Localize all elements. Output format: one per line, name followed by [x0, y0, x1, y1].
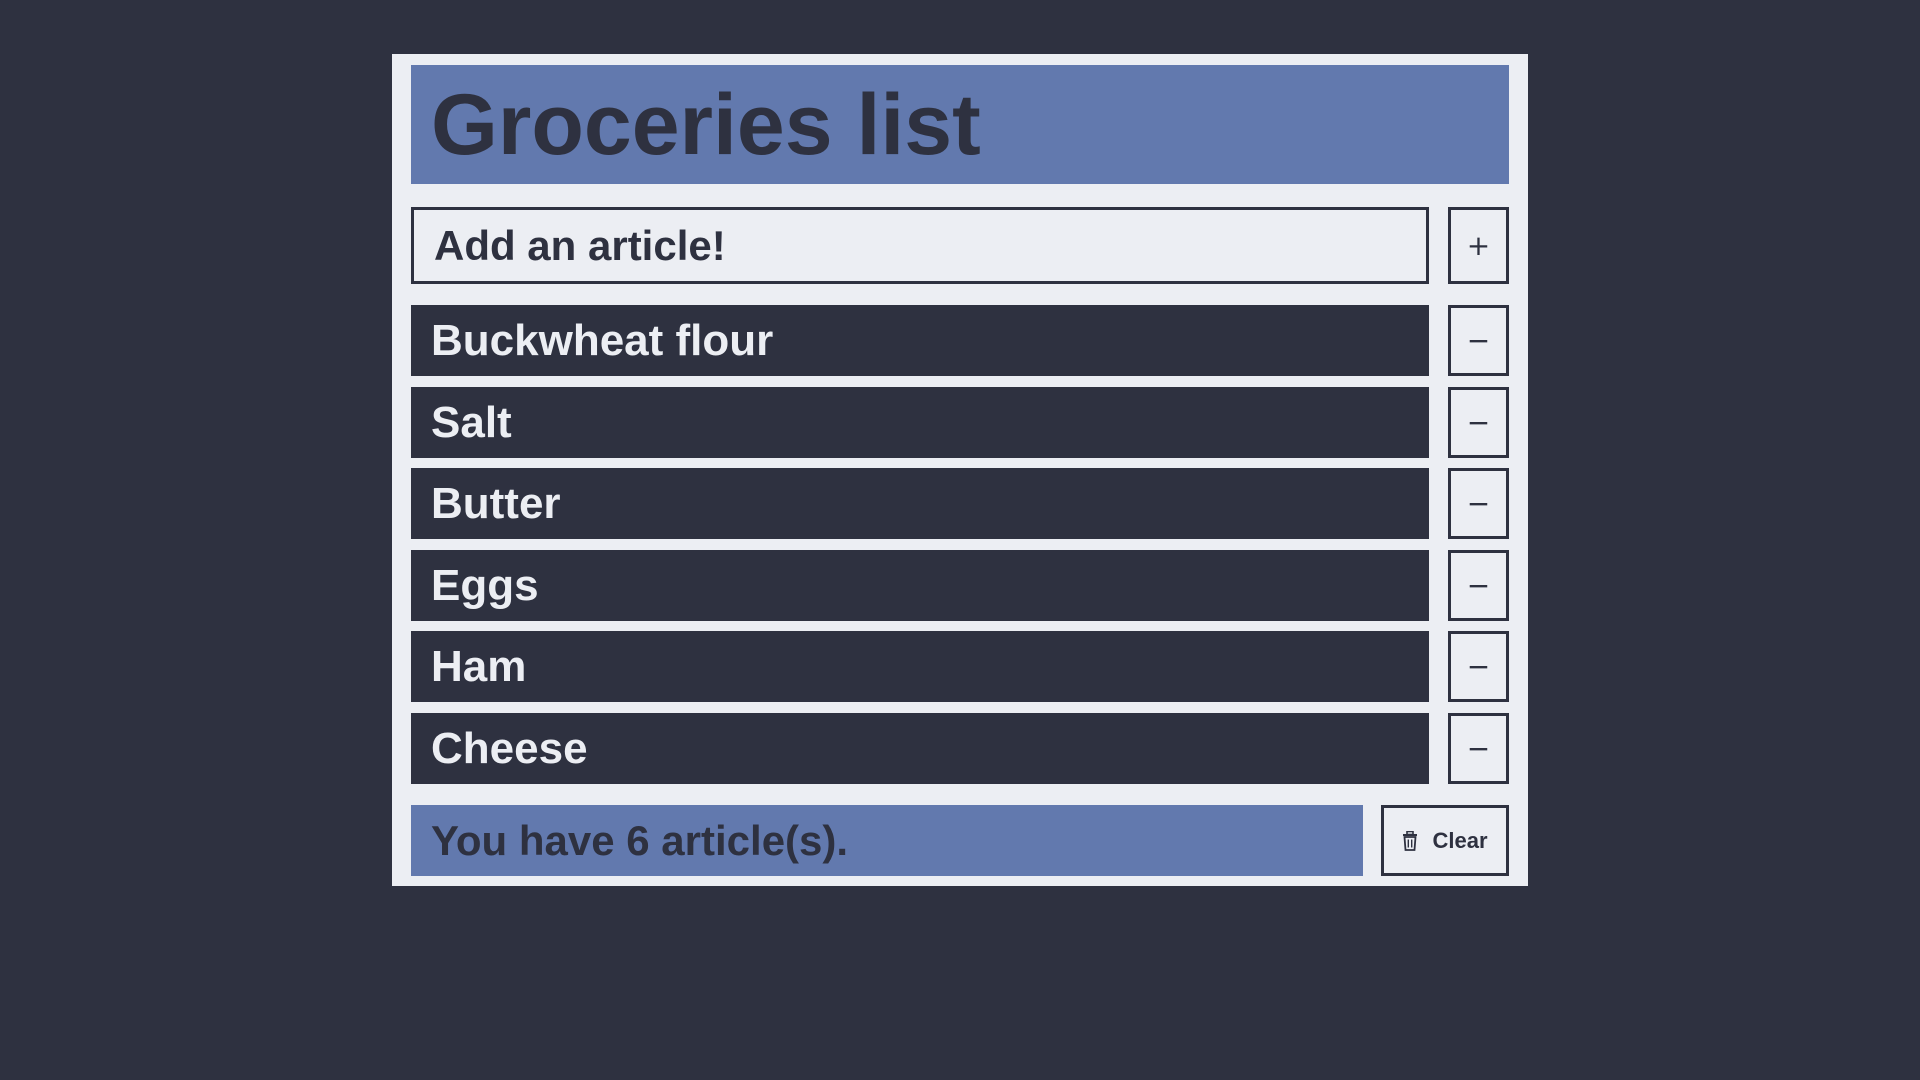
- list-item: Buckwheat flour −: [411, 305, 1509, 376]
- clear-button-label: Clear: [1432, 827, 1488, 853]
- remove-article-button[interactable]: −: [1448, 549, 1509, 621]
- list-item: Cheese −: [411, 712, 1509, 784]
- article-label: Cheese: [411, 712, 1429, 784]
- article-label: Ham: [411, 631, 1429, 702]
- article-label: Buckwheat flour: [411, 305, 1429, 376]
- list-item: Eggs −: [411, 549, 1509, 621]
- page-title: Groceries list: [431, 76, 981, 173]
- clear-button[interactable]: Clear: [1381, 805, 1509, 876]
- list-item: Ham −: [411, 631, 1509, 702]
- article-count: You have 6 article(s).: [431, 816, 849, 864]
- add-article-input[interactable]: [411, 207, 1429, 284]
- minus-icon: −: [1466, 568, 1491, 602]
- article-label: Eggs: [411, 549, 1429, 621]
- minus-icon: −: [1466, 405, 1491, 439]
- trash-icon: [1402, 830, 1418, 851]
- article-label: Butter: [411, 468, 1429, 539]
- groceries-card: Groceries list + Buckwheat flour − Salt …: [392, 54, 1528, 886]
- article-list: Buckwheat flour − Salt − Butter − Eggs −…: [411, 305, 1509, 794]
- article-count-bar: You have 6 article(s).: [411, 805, 1363, 876]
- title-bar: Groceries list: [411, 65, 1509, 184]
- list-item: Butter −: [411, 468, 1509, 539]
- remove-article-button[interactable]: −: [1448, 712, 1509, 784]
- add-article-button[interactable]: +: [1448, 207, 1509, 284]
- list-item: Salt −: [411, 386, 1509, 458]
- article-label: Salt: [411, 386, 1429, 458]
- minus-icon: −: [1466, 324, 1491, 357]
- minus-icon: −: [1466, 487, 1491, 520]
- remove-article-button[interactable]: −: [1448, 386, 1509, 458]
- remove-article-button[interactable]: −: [1448, 468, 1509, 539]
- minus-icon: −: [1466, 731, 1491, 765]
- plus-icon: +: [1466, 229, 1491, 262]
- remove-article-button[interactable]: −: [1448, 631, 1509, 702]
- remove-article-button[interactable]: −: [1448, 305, 1509, 376]
- minus-icon: −: [1466, 650, 1491, 683]
